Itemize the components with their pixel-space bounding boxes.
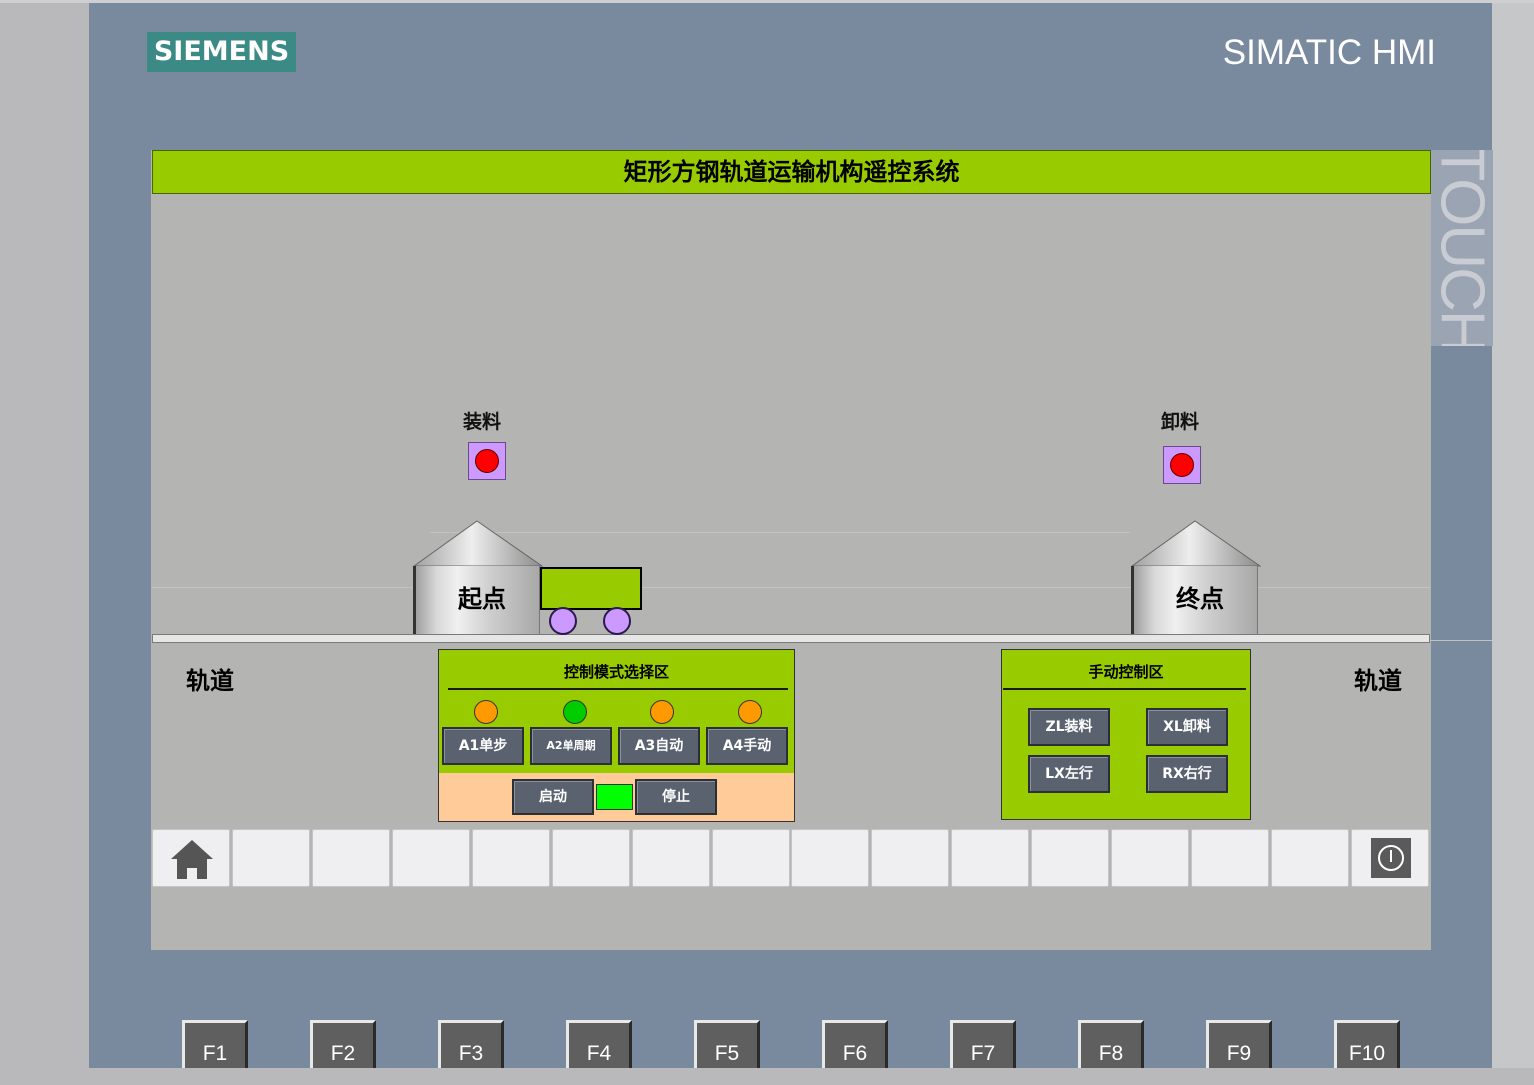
cart-wheel: [603, 607, 631, 635]
xl-unload-button[interactable]: XL卸料: [1146, 708, 1228, 746]
mode-a4-button[interactable]: A4手动: [706, 727, 788, 765]
softkey-5[interactable]: [472, 829, 550, 887]
model-label: SIMATIC HMI: [1222, 33, 1436, 72]
softkey-3[interactable]: [312, 829, 390, 887]
lx-left-button[interactable]: LX左行: [1028, 755, 1110, 793]
softkey-11[interactable]: [951, 829, 1029, 887]
fkey-f8[interactable]: F8: [1078, 1020, 1144, 1068]
softkey-4[interactable]: [392, 829, 470, 887]
softkey-15[interactable]: [1271, 829, 1349, 887]
softkey-home[interactable]: [152, 829, 230, 887]
unload-lamp-indicator: [1170, 453, 1194, 477]
rx-right-button[interactable]: RX右行: [1146, 755, 1228, 793]
fkey-f9[interactable]: F9: [1206, 1020, 1272, 1068]
softkey-10[interactable]: [871, 829, 949, 887]
siemens-logo: SIEMENS: [147, 32, 296, 72]
mode-a1-indicator: [474, 700, 498, 724]
manual-panel-title: 手动控制区: [1088, 663, 1164, 681]
power-icon: [1371, 838, 1411, 878]
softkey-8[interactable]: [712, 829, 790, 887]
start-silo-label: 起点: [458, 585, 506, 613]
fkey-f3[interactable]: F3: [438, 1020, 504, 1068]
start-silo-roof: [412, 520, 544, 567]
mode-a3-button[interactable]: A3自动: [618, 727, 700, 765]
load-lamp-indicator: [475, 449, 499, 473]
home-icon: [171, 840, 213, 879]
mode-a3-indicator: [650, 700, 674, 724]
fkey-f5[interactable]: F5: [694, 1020, 760, 1068]
touch-label-wrap: TOUCH: [1431, 150, 1493, 346]
silo-ladder: [413, 566, 416, 635]
cart-wheel: [549, 607, 577, 635]
end-silo-roof: [1130, 520, 1262, 567]
page-title: 矩形方钢轨道运输机构遥控系统: [152, 150, 1431, 194]
touch-label: TOUCH: [1431, 150, 1493, 346]
softkey-13[interactable]: [1111, 829, 1189, 887]
load-lamp-label: 装料: [462, 411, 501, 433]
fkey-f10[interactable]: F10: [1334, 1020, 1400, 1068]
mode-panel-title: 控制模式选择区: [563, 663, 669, 681]
run-indicator: [596, 784, 633, 810]
softkey-6[interactable]: [552, 829, 630, 887]
track-label-right: 轨道: [1354, 667, 1402, 695]
fkey-f2[interactable]: F2: [310, 1020, 376, 1068]
fkey-f4[interactable]: F4: [566, 1020, 632, 1068]
softkey-7[interactable]: [632, 829, 710, 887]
softkey-14[interactable]: [1191, 829, 1269, 887]
fkey-f7[interactable]: F7: [950, 1020, 1016, 1068]
panel-divider: [1003, 688, 1246, 690]
unload-lamp: [1163, 446, 1201, 484]
bezel-side-strip: [1492, 3, 1534, 1068]
rail-track: [152, 634, 1430, 643]
silo-ladder: [1131, 566, 1134, 635]
panel-divider: [448, 688, 788, 690]
softkey-12[interactable]: [1031, 829, 1109, 887]
load-lamp: [468, 442, 506, 480]
end-silo-label: 终点: [1176, 585, 1224, 613]
unload-lamp-label: 卸料: [1160, 411, 1199, 433]
track-label-left: 轨道: [186, 667, 234, 695]
softkey-9[interactable]: [791, 829, 869, 887]
softkey-power[interactable]: [1351, 829, 1429, 887]
softkey-2[interactable]: [232, 829, 310, 887]
fkey-f1[interactable]: F1: [182, 1020, 248, 1068]
start-button[interactable]: 启动: [512, 779, 594, 815]
mode-a4-indicator: [738, 700, 762, 724]
fkey-f6[interactable]: F6: [822, 1020, 888, 1068]
mode-a1-button[interactable]: A1单步: [442, 727, 524, 765]
mode-a2-indicator: [563, 700, 587, 724]
transport-cart: [540, 567, 642, 610]
stop-button[interactable]: 停止: [635, 779, 717, 815]
zl-load-button[interactable]: ZL装料: [1028, 708, 1110, 746]
mode-a2-button[interactable]: A2单周期: [530, 727, 612, 765]
